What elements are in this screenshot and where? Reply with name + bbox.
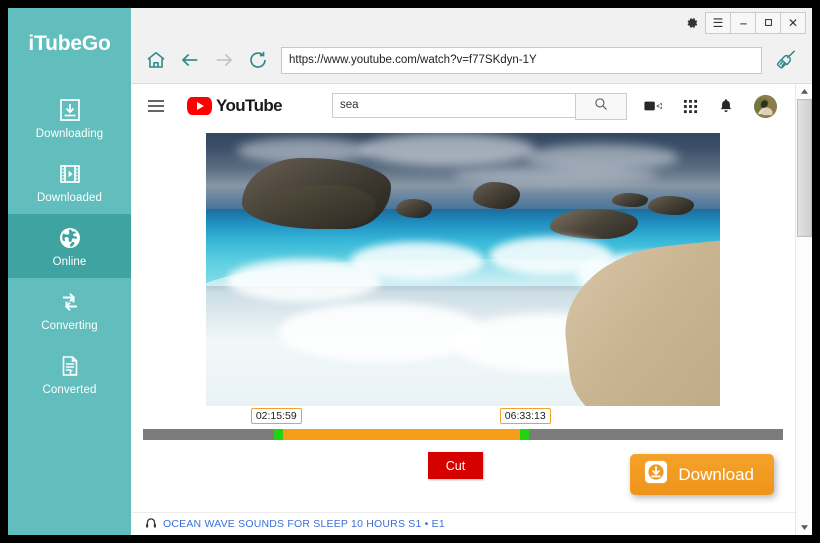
trim-end-time[interactable]: 06:33:13 bbox=[500, 408, 551, 424]
scrollbar-track[interactable] bbox=[796, 99, 812, 520]
youtube-header-actions bbox=[644, 95, 781, 118]
magnifier-icon bbox=[594, 97, 608, 116]
youtube-logo-text: YouTube bbox=[216, 96, 282, 116]
video-title-text: OCEAN WAVE SOUNDS FOR SLEEP 10 HOURS S1 … bbox=[163, 518, 445, 530]
sidebar-item-converted[interactable]: Converted bbox=[8, 342, 131, 406]
convert-loop-icon bbox=[57, 289, 83, 315]
download-box-icon bbox=[57, 97, 83, 123]
scroll-up-button[interactable] bbox=[796, 84, 812, 99]
hamburger-menu-icon[interactable] bbox=[147, 99, 165, 113]
browser-toolbar: https://www.youtube.com/watch?v=f77SKdyn… bbox=[131, 37, 812, 84]
sidebar-item-converting[interactable]: Converting bbox=[8, 278, 131, 342]
home-icon[interactable] bbox=[145, 49, 167, 71]
apps-grid-icon[interactable] bbox=[683, 99, 698, 114]
scroll-down-button[interactable] bbox=[796, 520, 812, 535]
url-input[interactable]: https://www.youtube.com/watch?v=f77SKdyn… bbox=[281, 47, 762, 74]
sidebar-item-downloaded[interactable]: Downloaded bbox=[8, 150, 131, 214]
cut-button[interactable]: Cut bbox=[428, 452, 483, 479]
youtube-logo[interactable]: YouTube bbox=[187, 96, 282, 116]
forward-arrow-icon bbox=[213, 49, 235, 71]
close-button[interactable]: ✕ bbox=[780, 12, 806, 34]
sidebar-item-label: Converting bbox=[41, 320, 98, 332]
settings-gear-icon[interactable] bbox=[681, 13, 703, 33]
sidebar-item-online[interactable]: Online bbox=[8, 214, 131, 278]
search-button[interactable] bbox=[575, 93, 627, 120]
app-brand: iTubeGo bbox=[8, 8, 131, 86]
globe-icon bbox=[57, 225, 83, 251]
window-menu-button[interactable]: ☰ bbox=[705, 12, 731, 34]
headphones-icon bbox=[145, 517, 157, 532]
sidebar-item-label: Online bbox=[53, 256, 87, 268]
user-avatar[interactable] bbox=[754, 95, 777, 118]
download-circle-icon bbox=[644, 460, 668, 489]
timeline-end-handle[interactable] bbox=[520, 429, 529, 440]
timeline-track[interactable] bbox=[143, 429, 783, 440]
sidebar-item-downloading[interactable]: Downloading bbox=[8, 86, 131, 150]
reload-icon[interactable] bbox=[247, 49, 269, 71]
itubego-window: iTubeGo Downloading Downloaded bbox=[8, 8, 812, 535]
sidebar-item-label: Downloaded bbox=[37, 192, 102, 204]
youtube-search-group: sea bbox=[332, 93, 627, 120]
youtube-header: YouTube sea bbox=[131, 84, 795, 128]
window-titlebar: ☰ ✕ bbox=[131, 8, 812, 37]
download-button[interactable]: Download bbox=[630, 454, 774, 495]
maximize-button[interactable] bbox=[755, 12, 781, 34]
trim-start-time[interactable]: 02:15:59 bbox=[251, 408, 302, 424]
broom-clean-icon[interactable] bbox=[774, 47, 800, 73]
video-title-strip[interactable]: OCEAN WAVE SOUNDS FOR SLEEP 10 HOURS S1 … bbox=[131, 512, 795, 535]
search-input[interactable]: sea bbox=[332, 93, 575, 118]
sidebar: iTubeGo Downloading Downloaded bbox=[8, 8, 131, 535]
action-bar: Cut Download bbox=[131, 440, 795, 512]
document-sync-icon bbox=[57, 353, 83, 379]
main-area: ☰ ✕ bbox=[131, 8, 812, 535]
scrollbar-thumb[interactable] bbox=[797, 99, 812, 237]
bell-icon[interactable] bbox=[718, 98, 734, 114]
embedded-browser-page: YouTube sea bbox=[131, 84, 812, 535]
video-preview-area bbox=[131, 128, 795, 406]
video-thumbnail[interactable] bbox=[206, 133, 720, 406]
sidebar-item-label: Converted bbox=[43, 384, 97, 396]
timeline-selection-fill bbox=[275, 429, 524, 440]
youtube-play-icon bbox=[187, 97, 212, 115]
back-arrow-icon[interactable] bbox=[179, 49, 201, 71]
film-strip-icon bbox=[57, 161, 83, 187]
timestamp-row: 02:15:59 06:33:13 bbox=[143, 408, 783, 426]
sidebar-item-label: Downloading bbox=[36, 128, 104, 140]
download-button-label: Download bbox=[678, 465, 754, 485]
timeline-start-handle[interactable] bbox=[274, 429, 283, 440]
minimize-button[interactable] bbox=[730, 12, 756, 34]
page-scrollbar[interactable] bbox=[795, 84, 812, 535]
trim-timeline: 02:15:59 06:33:13 bbox=[143, 406, 783, 440]
page-body: YouTube sea bbox=[131, 84, 795, 535]
video-camera-plus-icon[interactable] bbox=[644, 99, 663, 113]
